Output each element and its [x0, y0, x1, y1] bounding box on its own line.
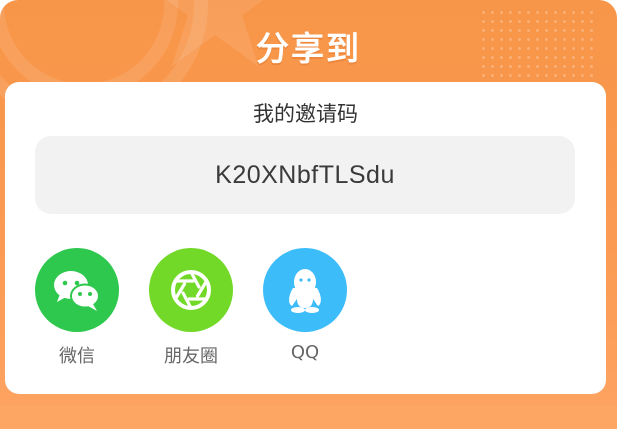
share-qq-label: QQ	[290, 342, 320, 363]
invite-code-value: K20XNbfTLSdu	[215, 160, 395, 189]
dialog-bottom-band	[0, 406, 617, 429]
share-wechat-button[interactable]: 微信	[35, 248, 119, 368]
share-card: 我的邀请码 K20XNbfTLSdu 微信 朋友圈 QQ	[5, 82, 606, 394]
invite-code-heading: 我的邀请码	[253, 102, 358, 126]
share-moments-label: 朋友圈	[164, 346, 218, 367]
share-dialog: 分享到 我的邀请码 K20XNbfTLSdu 微信 朋友圈 QQ	[0, 0, 617, 429]
share-wechat-label: 微信	[59, 346, 95, 367]
share-moments-button[interactable]: 朋友圈	[149, 248, 233, 368]
wechat-icon	[35, 248, 119, 332]
moments-aperture-icon	[149, 248, 233, 332]
qq-penguin-icon	[263, 248, 347, 332]
invite-code-box[interactable]: K20XNbfTLSdu	[35, 136, 575, 214]
share-qq-button[interactable]: QQ	[263, 248, 347, 363]
dialog-title: 分享到	[256, 29, 361, 68]
